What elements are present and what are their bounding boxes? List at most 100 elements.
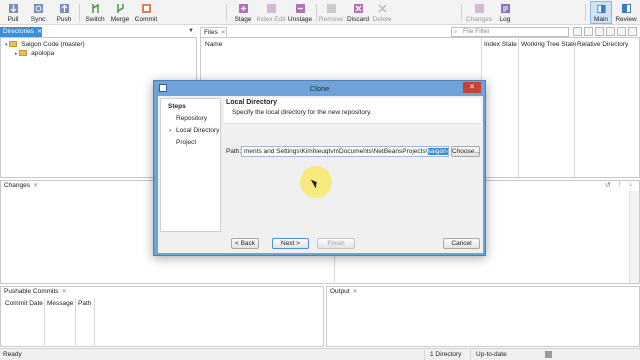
arrow-up-icon[interactable]: ↑ [618, 181, 622, 188]
remove-button[interactable]: Remove [318, 1, 344, 24]
dialog-title: Clone [309, 84, 330, 93]
column-header-name[interactable]: Name [205, 41, 222, 48]
commit-icon [141, 4, 151, 13]
sync-icon [33, 4, 43, 13]
dialog-close-button[interactable]: ✕ [463, 82, 481, 93]
next-button[interactable]: Next > [272, 238, 309, 249]
tab-output[interactable]: Output ✕ [327, 287, 361, 297]
step-project: Project [176, 139, 197, 146]
switch-icon [91, 3, 99, 13]
column-header-commit-date[interactable]: Commit Date [5, 300, 43, 307]
log-button[interactable]: Log [496, 1, 514, 24]
tree-item-folder[interactable]: ▸ apolopa [15, 49, 54, 58]
arrow-down-icon[interactable]: ↓ [629, 181, 633, 188]
stage-button[interactable]: Stage [233, 1, 253, 24]
delete-button[interactable]: Delete [371, 1, 393, 24]
log-icon [500, 4, 510, 13]
tree-item-repo[interactable]: ▾ Saigon Code (master) [5, 40, 85, 49]
discard-button[interactable]: Discard [345, 1, 371, 24]
steps-panel: Steps Repository › Local Directory Proje… [160, 98, 221, 232]
step-repository: Repository [176, 115, 208, 122]
commit-button[interactable]: Commit [134, 1, 158, 24]
index-edit-button[interactable]: Index Edit [256, 1, 286, 24]
tab-directories[interactable]: Directories ✕ [0, 27, 42, 37]
stage-label: Stage [234, 16, 252, 23]
tab-changes[interactable]: Changes ✕ [1, 181, 41, 191]
tab-pushable-commits[interactable]: Pushable Commits ✕ [1, 287, 70, 297]
undo-icon[interactable]: ↺ [605, 181, 611, 189]
discard-label: Discard [346, 16, 370, 23]
close-icon[interactable]: ✕ [33, 183, 38, 189]
status-divider [470, 350, 471, 360]
merge-icon [116, 4, 124, 13]
close-icon[interactable]: ✕ [353, 289, 358, 295]
tab-pushable-label: Pushable Commits [4, 288, 59, 295]
sync-button[interactable]: Sync [28, 1, 48, 24]
scrollbar[interactable] [629, 191, 639, 283]
pull-label: Pull [7, 16, 19, 23]
path-input[interactable]: ments and Settings\Kimhieuqtvn\Documents… [241, 146, 449, 157]
close-icon[interactable]: ✕ [37, 29, 42, 35]
index-edit-icon [266, 4, 276, 13]
path-label: Path: [226, 148, 242, 155]
column-header-working-tree-state[interactable]: Working Tree State [521, 41, 577, 48]
main-view-button[interactable]: Main [590, 1, 612, 24]
review-label: Review [615, 16, 637, 23]
column-header-message[interactable]: Message [47, 300, 73, 307]
remove-icon [326, 4, 336, 13]
current-step-arrow-icon: › [169, 127, 172, 134]
pull-icon [8, 4, 18, 13]
status-sync: Up-to-date [476, 351, 507, 358]
tab-files-label: Files [204, 29, 218, 36]
review-view-button[interactable]: Review [614, 1, 638, 24]
column-header-relative-directory[interactable]: Relative Directory [577, 41, 628, 48]
filter-icon: ⌕ [454, 29, 458, 35]
refresh-icon[interactable] [617, 27, 626, 36]
gc-icon[interactable] [545, 351, 552, 358]
pull-button[interactable]: Pull [4, 1, 22, 24]
file-filter-input[interactable]: ⌕ File Filter [451, 27, 569, 37]
toolbar: Pull Sync Push Switch Merge Commit Stage… [0, 0, 640, 25]
tab-files[interactable]: Files ✕ [200, 27, 227, 37]
step-header: Local Directory Specify the local direct… [224, 98, 481, 124]
chevron-right-icon[interactable]: ▸ [15, 51, 18, 57]
chevron-down-icon[interactable]: ▾ [5, 42, 8, 48]
view-flat-icon[interactable] [573, 27, 582, 36]
choose-button[interactable]: Choose... [451, 146, 480, 157]
cancel-button[interactable]: Cancel [443, 238, 480, 249]
changes-button[interactable]: Changes [465, 1, 493, 24]
path-selected-text: saigon-code [427, 148, 448, 155]
step-heading: Local Directory [226, 99, 277, 106]
toolbar-separator [79, 4, 80, 21]
status-divider [424, 350, 425, 360]
column-divider [75, 298, 76, 347]
settings-icon[interactable] [628, 27, 637, 36]
toolbar-separator [226, 4, 227, 21]
column-header-path[interactable]: Path [78, 300, 91, 307]
close-icon[interactable]: ✕ [62, 289, 67, 295]
main-label: Main [593, 16, 609, 23]
back-button[interactable]: < Back [231, 238, 259, 249]
step-local-directory: Local Directory [176, 127, 220, 134]
view-changes-icon[interactable] [595, 27, 604, 36]
tree-item-label: Saigon Code (master) [21, 41, 85, 48]
merge-button[interactable]: Merge [110, 1, 130, 24]
remove-label: Remove [318, 16, 344, 23]
file-filter-placeholder: File Filter [463, 28, 490, 35]
status-bar: Ready 1 Directory Up-to-date [0, 348, 640, 360]
view-all-icon[interactable] [606, 27, 615, 36]
toolbar-separator [585, 4, 586, 21]
index-edit-label: Index Edit [256, 16, 286, 23]
view-tree-icon[interactable] [584, 27, 593, 36]
close-icon[interactable]: ✕ [221, 30, 226, 36]
path-value: ments and Settings\Kimhieuqtvn\Documents… [244, 148, 428, 155]
changes-icon [474, 4, 484, 13]
review-icon [621, 4, 631, 13]
unstage-button[interactable]: Unstage [288, 1, 312, 24]
chevron-down-icon[interactable]: ▼ [188, 28, 194, 34]
push-button[interactable]: Push [54, 1, 74, 24]
column-header-index-state[interactable]: Index State [484, 41, 517, 48]
finish-button[interactable]: Finish [317, 238, 355, 249]
switch-button[interactable]: Switch [84, 1, 106, 24]
tab-output-label: Output [330, 288, 350, 295]
